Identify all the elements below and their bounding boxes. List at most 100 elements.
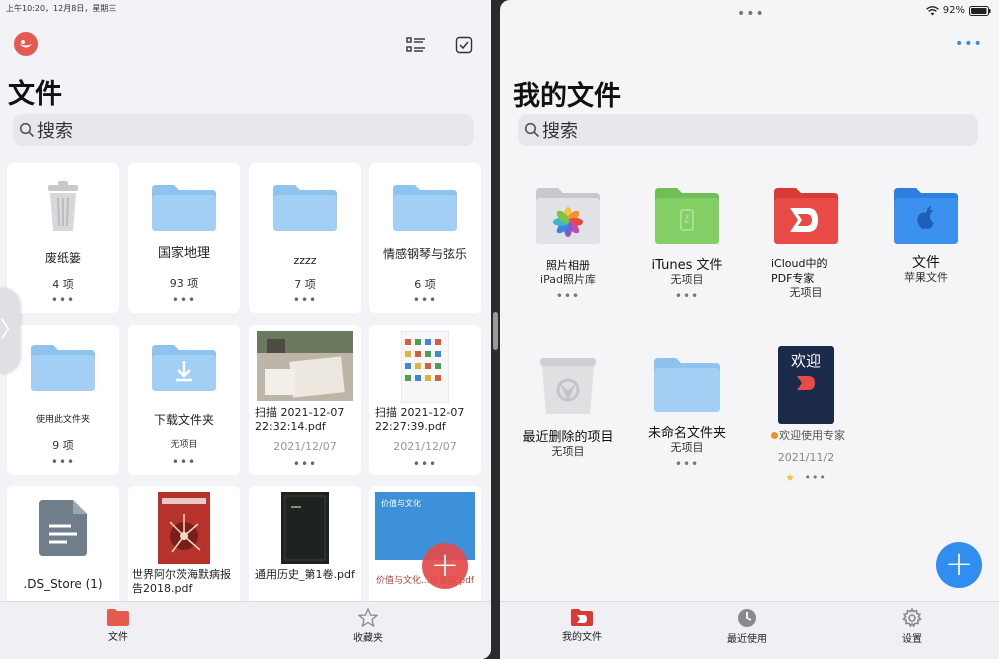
select-checkbox-icon[interactable] bbox=[455, 36, 473, 58]
search-input[interactable]: 搜索 bbox=[518, 114, 978, 146]
star-icon bbox=[358, 608, 378, 627]
folder-icon bbox=[152, 185, 216, 231]
location-sub: 苹果文件 bbox=[904, 271, 948, 284]
file-tile-folder[interactable]: 情感钢琴与弦乐 6 项 ••• bbox=[369, 163, 481, 313]
multitasking-dots-icon[interactable]: ••• bbox=[737, 6, 765, 22]
list-view-icon[interactable] bbox=[406, 36, 426, 58]
more-options-button[interactable]: ••• bbox=[627, 290, 747, 302]
location-name: iTunes 文件 bbox=[651, 258, 723, 273]
file-welcome-pdf[interactable]: 欢迎 欢迎使用专家 2021/11/2 ★ ••• bbox=[746, 346, 866, 484]
search-icon bbox=[19, 122, 35, 138]
right-app-pane: ••• 92% ••• 我的文件 搜索 照片相册 iPad照片库 ••• iTu… bbox=[500, 0, 999, 659]
status-time-date: 上午10:20，12月8日，星期三 bbox=[6, 4, 117, 13]
search-input[interactable]: 搜索 bbox=[13, 114, 474, 146]
trash-icon bbox=[48, 181, 78, 231]
more-options-button[interactable]: ••• bbox=[369, 294, 481, 306]
file-tile-folder[interactable]: 国家地理 93 项 ••• bbox=[128, 163, 240, 313]
location-name: 照片相册 bbox=[546, 259, 590, 272]
clock-icon bbox=[738, 609, 756, 627]
file-name: 欢迎使用专家 bbox=[746, 428, 866, 443]
tab-recent[interactable]: 最近使用 bbox=[707, 608, 787, 645]
more-options-button[interactable]: ••• bbox=[249, 458, 361, 470]
file-actions: ★ ••• bbox=[746, 471, 866, 484]
battery-percent: 92% bbox=[942, 5, 965, 16]
tile-name: 废纸篓 bbox=[44, 251, 81, 265]
more-options-button[interactable]: ••• bbox=[249, 294, 361, 306]
more-options-button[interactable]: ••• bbox=[627, 458, 747, 470]
tile-date: 2021/12/07 bbox=[273, 440, 337, 453]
file-tile-pdf[interactable]: 价值与文化 价值与文化...转更高.pdf bbox=[369, 486, 481, 606]
location-sub: 无项目 bbox=[789, 286, 823, 299]
download-folder-icon bbox=[152, 345, 216, 391]
more-options-button[interactable]: ••• bbox=[128, 456, 240, 468]
tile-meta: 7 项 bbox=[294, 278, 316, 291]
bottom-tab-bar: 文件 收藏夹 bbox=[0, 601, 491, 659]
trash-icon bbox=[540, 358, 596, 414]
folder-icon bbox=[107, 609, 129, 626]
location-icloud-pdf-expert[interactable]: iCloud中的PDF专家 无项目 bbox=[746, 186, 866, 300]
folder-icon bbox=[393, 185, 457, 231]
location-recently-deleted[interactable]: 最近删除的项目 无项目 bbox=[508, 354, 628, 459]
tile-name: 情感钢琴与弦乐 bbox=[382, 247, 467, 261]
tile-name: 国家地理 bbox=[157, 246, 210, 261]
file-tile-folder[interactable]: 使用此文件夹 9 项 ••• bbox=[7, 325, 119, 475]
tile-meta: 93 项 bbox=[169, 277, 199, 290]
file-tile-folder[interactable]: zzzz 7 项 ••• bbox=[249, 163, 361, 313]
more-options-button[interactable]: ••• bbox=[128, 294, 240, 306]
pdf-thumbnail bbox=[158, 492, 210, 564]
search-icon bbox=[524, 122, 540, 138]
location-untitled-folder[interactable]: 未命名文件夹 无项目 ••• bbox=[627, 356, 747, 470]
status-indicators: 92% bbox=[925, 5, 991, 16]
pdf-thumbnail bbox=[401, 331, 449, 403]
tab-files[interactable]: 文件 bbox=[78, 608, 158, 643]
tab-favorites[interactable]: 收藏夹 bbox=[328, 608, 408, 644]
file-tile-document[interactable]: .DS_Store (1) bbox=[7, 486, 119, 606]
more-options-button[interactable]: ••• bbox=[804, 471, 826, 484]
tab-label: 最近使用 bbox=[727, 634, 767, 645]
thumbnail-title: 价值与文化 bbox=[381, 499, 421, 508]
more-options-icon[interactable]: ••• bbox=[955, 36, 983, 52]
tile-meta: 6 项 bbox=[414, 278, 436, 291]
more-options-button[interactable]: ••• bbox=[508, 290, 628, 302]
app-logo-icon[interactable] bbox=[14, 32, 38, 56]
gear-icon bbox=[902, 608, 922, 628]
sidebar-toggle-handle[interactable]: 〉 bbox=[0, 288, 22, 374]
more-options-button[interactable]: ••• bbox=[7, 294, 119, 306]
add-button[interactable]: + bbox=[422, 543, 468, 589]
apple-files-folder-icon bbox=[894, 188, 958, 244]
location-name: iCloud中的PDF专家 bbox=[771, 257, 828, 285]
file-tile-pdf[interactable]: 通用历史_第1卷.pdf bbox=[249, 486, 361, 606]
location-photos[interactable]: 照片相册 iPad照片库 ••• bbox=[508, 186, 628, 302]
battery-icon bbox=[969, 5, 991, 16]
tab-my-files[interactable]: 我的文件 bbox=[542, 608, 622, 643]
tab-settings[interactable]: 设置 bbox=[872, 608, 952, 645]
folder-icon bbox=[31, 345, 95, 391]
status-dot bbox=[771, 432, 778, 439]
split-view-divider[interactable] bbox=[493, 312, 498, 350]
split-view-screen: 上午10:20，12月8日，星期三 文件 搜索 废纸篓 4 项 ••• 国家地理… bbox=[0, 0, 999, 659]
location-apple-files[interactable]: 文件 苹果文件 bbox=[866, 186, 986, 285]
file-tile-pdf[interactable]: 扫描 2021-12-07 22:27:39.pdf 2021/12/07 ••… bbox=[369, 325, 481, 475]
file-name-text: 欢迎使用专家 bbox=[779, 429, 845, 442]
tile-name: zzzz bbox=[293, 254, 317, 267]
thumbnail-title: 欢迎 bbox=[790, 352, 821, 370]
more-options-button[interactable]: ••• bbox=[7, 456, 119, 468]
tab-label: 收藏夹 bbox=[353, 633, 383, 644]
tile-name: .DS_Store (1) bbox=[23, 577, 103, 591]
location-sub: iPad照片库 bbox=[540, 273, 596, 286]
folder-icon bbox=[273, 185, 337, 231]
file-tile-pdf[interactable]: 扫描 2021-12-07 22:32:14.pdf 2021/12/07 ••… bbox=[249, 325, 361, 475]
location-itunes[interactable]: iTunes 文件 无项目 ••• bbox=[627, 186, 747, 302]
more-options-button[interactable]: ••• bbox=[369, 458, 481, 470]
bottom-tab-bar: 我的文件 最近使用 设置 bbox=[500, 601, 999, 659]
file-tile-pdf[interactable]: 世界阿尔茨海默病报告2018.pdf bbox=[128, 486, 240, 606]
add-button[interactable]: + bbox=[936, 542, 982, 588]
itunes-folder-icon bbox=[655, 188, 719, 244]
file-tile-trash[interactable]: 废纸篓 4 项 ••• bbox=[7, 163, 119, 313]
location-name: 未命名文件夹 bbox=[647, 426, 726, 441]
tile-meta: 无项目 bbox=[170, 440, 198, 450]
page-title: 我的文件 bbox=[513, 81, 621, 112]
file-tile-download-folder[interactable]: 下载文件夹 无项目 ••• bbox=[128, 325, 240, 475]
star-icon[interactable]: ★ bbox=[785, 471, 795, 484]
tile-date: 2021/12/07 bbox=[393, 440, 457, 453]
